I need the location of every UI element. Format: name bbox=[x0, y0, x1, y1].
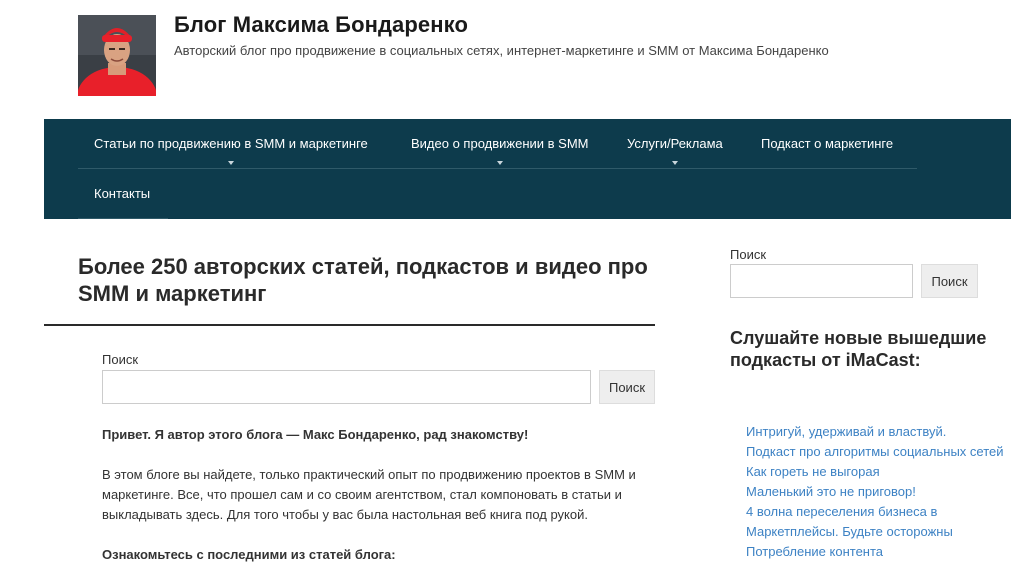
latest-articles-heading: Ознакомьтесь с последними из статей блог… bbox=[102, 547, 396, 562]
list-item: Как гореть не выгорая bbox=[746, 462, 1006, 482]
nav-item-videos[interactable]: Видео о продвижении в SMM bbox=[411, 119, 589, 169]
podcast-link[interactable]: Маленький это не приговор! bbox=[746, 482, 1006, 502]
sidebar-search-button[interactable]: Поиск bbox=[921, 264, 978, 298]
podcast-link[interactable]: 4 волна переселения бизнеса в Маркетплей… bbox=[746, 502, 1006, 542]
author-photo bbox=[78, 15, 156, 96]
podcast-link[interactable]: Потребление контента bbox=[746, 542, 1006, 562]
sidebar-search-input[interactable] bbox=[730, 264, 913, 298]
search-button[interactable]: Поиск bbox=[599, 370, 655, 404]
nav-item-label: Контакты bbox=[94, 186, 151, 201]
nav-item-contacts[interactable]: Контакты bbox=[94, 169, 150, 219]
search-label: Поиск bbox=[102, 352, 139, 367]
list-item: Маленький это не приговор! bbox=[746, 482, 1006, 502]
page-title: Более 250 авторских статей, подкастов и … bbox=[78, 254, 648, 306]
nav-divider bbox=[78, 168, 917, 169]
nav-item-articles[interactable]: Статьи по продвижению в SMM и маркетинге bbox=[94, 119, 368, 169]
podcast-link[interactable]: Как гореть не выгорая bbox=[746, 462, 1006, 482]
nav-item-label: Услуги/Реклама bbox=[627, 136, 723, 151]
list-item: Интригуй, удерживай и властвуй. bbox=[746, 422, 1006, 442]
nav-item-label: Видео о продвижении в SMM bbox=[411, 136, 589, 151]
podcast-link[interactable]: Интригуй, удерживай и властвуй. bbox=[746, 422, 1006, 442]
podcast-link[interactable]: Подкаст про алгоритмы социальных сетей bbox=[746, 442, 1006, 462]
list-item: Потребление контента bbox=[746, 542, 1006, 562]
nav-item-label: Подкаст о маркетинге bbox=[761, 136, 894, 151]
nav-item-services[interactable]: Услуги/Реклама bbox=[627, 119, 723, 169]
nav-divider bbox=[78, 218, 168, 219]
podcast-widget-title: Слушайте новые вышедшие подкасты от iMaC… bbox=[730, 328, 987, 370]
title-divider bbox=[44, 324, 655, 326]
sidebar-search-label: Поиск bbox=[730, 247, 767, 262]
podcast-list: Интригуй, удерживай и властвуй. Подкаст … bbox=[746, 422, 1006, 562]
nav-item-label: Статьи по продвижению в SMM и маркетинге bbox=[94, 136, 368, 151]
site-title[interactable]: Блог Максима Бондаренко bbox=[174, 12, 468, 38]
chevron-down-icon bbox=[496, 161, 503, 165]
chevron-down-icon bbox=[227, 161, 234, 165]
list-item: Подкаст про алгоритмы социальных сетей bbox=[746, 442, 1006, 462]
main-navigation: Статьи по продвижению в SMM и маркетинге… bbox=[44, 119, 1011, 219]
intro-text: В этом блоге вы найдете, только практиче… bbox=[102, 467, 636, 522]
greeting-text: Привет. Я автор этого блога — Макс Бонда… bbox=[102, 427, 529, 442]
author-avatar[interactable] bbox=[78, 15, 156, 96]
site-description: Авторский блог про продвижение в социаль… bbox=[174, 43, 829, 58]
search-input[interactable] bbox=[102, 370, 591, 404]
chevron-down-icon bbox=[671, 161, 678, 165]
nav-item-podcast[interactable]: Подкаст о маркетинге bbox=[761, 119, 893, 169]
list-item: 4 волна переселения бизнеса в Маркетплей… bbox=[746, 502, 1006, 542]
